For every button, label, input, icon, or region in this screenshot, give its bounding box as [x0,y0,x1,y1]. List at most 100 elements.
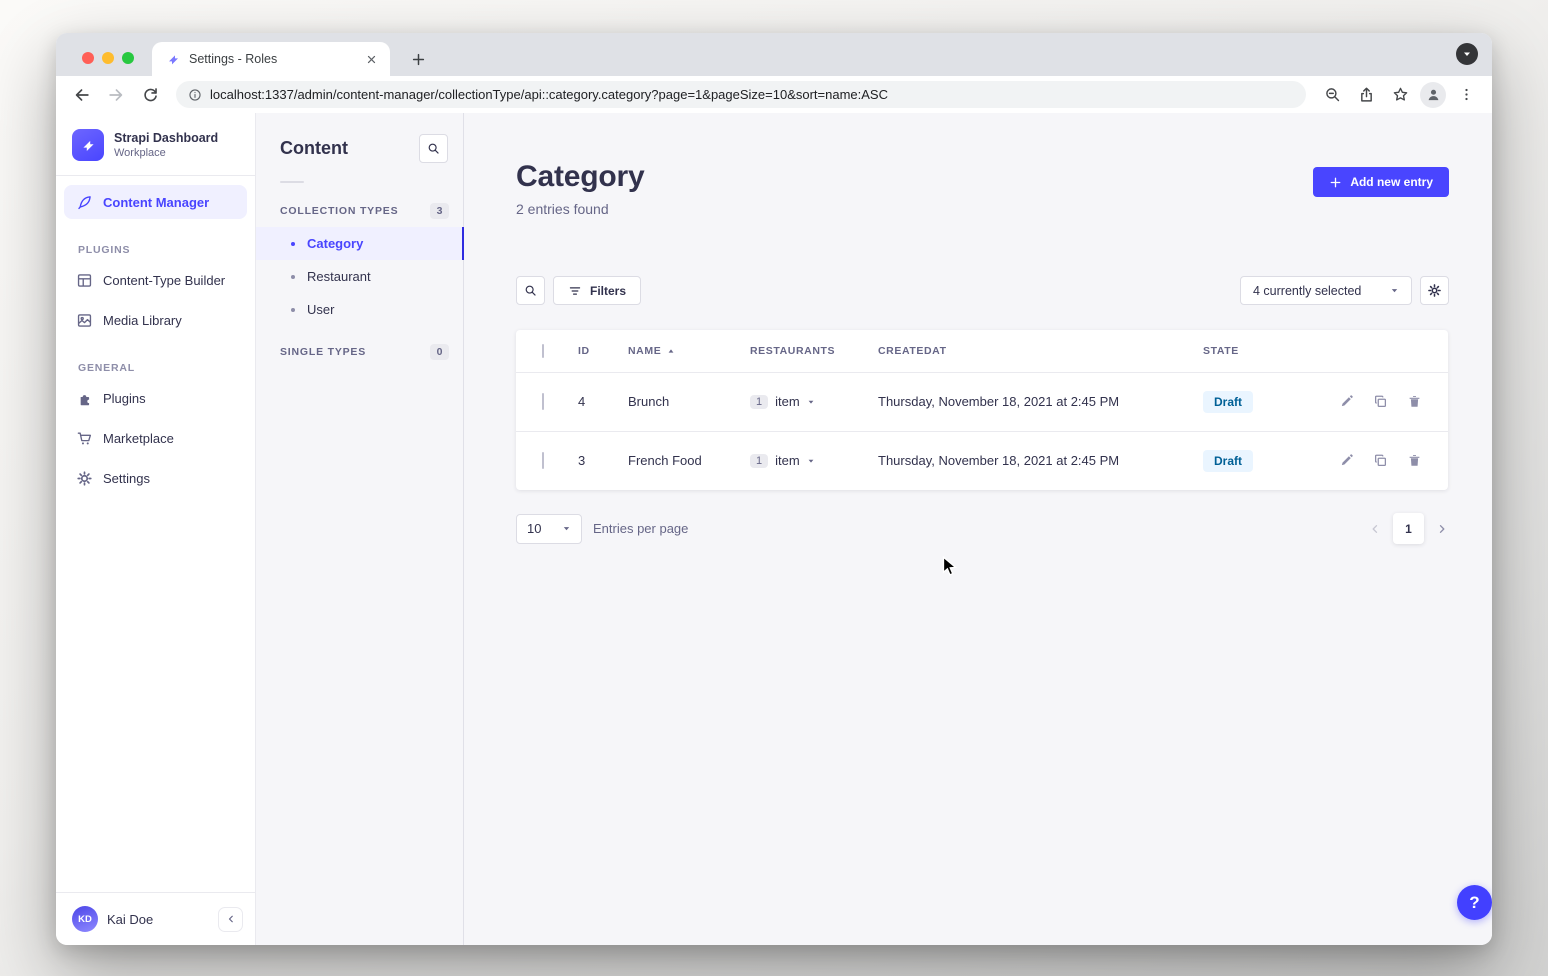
previous-page-icon[interactable] [1369,523,1381,535]
entries-count: 2 entries found [516,201,644,217]
single-types-label: SINGLE TYPES [280,346,366,358]
status-badge: Draft [1203,450,1253,472]
column-header-state[interactable]: STATE [1191,330,1307,372]
row-checkbox[interactable] [542,452,544,469]
duplicate-icon[interactable] [1373,394,1388,409]
filters-button[interactable]: Filters [553,276,641,305]
relation-count-badge: 1 [750,454,768,468]
reload-icon[interactable] [136,81,164,109]
table-header-row: ID NAME RESTAURANTS CREATEDAT [516,330,1448,372]
forward-icon[interactable] [102,81,130,109]
address-bar[interactable]: localhost:1337/admin/content-manager/col… [176,81,1306,108]
user-name: Kai Doe [107,912,153,927]
chevron-down-icon [1390,286,1399,295]
zoom-window-icon[interactable] [122,52,134,64]
tab-close-icon[interactable] [362,50,380,68]
table-search-button[interactable] [516,276,545,305]
strapi-logo [72,129,104,161]
subnav-item-category[interactable]: Category [256,227,463,260]
sidebar-item-marketplace[interactable]: Marketplace [64,421,247,455]
main-sidebar: Strapi Dashboard Workplace Content Manag… [56,113,256,945]
share-icon[interactable] [1352,81,1380,109]
delete-icon[interactable] [1407,453,1422,468]
table-row[interactable]: 4 Brunch 1 item [516,372,1448,431]
profile-icon[interactable] [1420,82,1446,108]
cell-createdat: Thursday, November 18, 2021 at 2:45 PM [866,431,1191,490]
filter-icon [568,284,582,298]
delete-icon[interactable] [1407,394,1422,409]
media-library-icon [76,312,93,329]
workspace-switcher[interactable]: Strapi Dashboard Workplace [56,113,255,175]
relation-count-badge: 1 [750,395,768,409]
table-row[interactable]: 3 French Food 1 item [516,431,1448,490]
relation-cell[interactable]: 1 item [750,453,866,468]
sidebar-item-label: Content-Type Builder [103,273,225,288]
column-header-restaurants[interactable]: RESTAURANTS [738,330,866,372]
minimize-window-icon[interactable] [102,52,114,64]
user-avatar[interactable]: KD [72,906,98,932]
subnav-item-restaurant[interactable]: Restaurant [256,260,463,293]
tab-search-icon[interactable] [1456,43,1478,65]
collection-types-label: COLLECTION TYPES [280,205,398,217]
tab-strip: Settings - Roles [56,33,1492,76]
single-types-count: 0 [430,344,449,360]
chevron-down-icon[interactable] [807,398,815,406]
cell-name: French Food [616,431,738,490]
column-header-id[interactable]: ID [566,330,616,372]
chevron-down-icon [562,524,571,533]
site-info-icon[interactable] [188,88,202,102]
collapse-sidebar-button[interactable] [218,907,243,932]
cell-id: 4 [566,372,616,431]
browser-toolbar: localhost:1337/admin/content-manager/col… [56,76,1492,113]
column-header-name[interactable]: NAME [616,330,738,372]
column-header-createdat[interactable]: CREATEDAT [866,330,1191,372]
sidebar-item-media-library[interactable]: Media Library [64,303,247,337]
sort-asc-icon [667,347,675,355]
close-window-icon[interactable] [82,52,94,64]
subnav-item-user[interactable]: User [256,293,463,326]
bookmark-star-icon[interactable] [1386,81,1414,109]
content-type-builder-icon [76,272,93,289]
row-checkbox[interactable] [542,393,544,410]
fields-select[interactable]: 4 currently selected [1240,276,1412,305]
settings-gear-icon [76,470,93,487]
url-text: localhost:1337/admin/content-manager/col… [210,87,888,102]
browser-tab[interactable]: Settings - Roles [152,42,390,76]
subnav-search-button[interactable] [419,134,448,163]
entries-per-page-label: Entries per page [593,521,688,536]
cell-createdat: Thursday, November 18, 2021 at 2:45 PM [866,372,1191,431]
help-button[interactable]: ? [1457,885,1492,920]
relation-cell[interactable]: 1 item [750,394,866,409]
relation-label: item [775,394,800,409]
edit-icon[interactable] [1339,394,1354,409]
page-size-select[interactable]: 10 [516,514,582,544]
subnav-item-label: User [307,302,334,317]
tab-title: Settings - Roles [189,52,354,66]
add-new-entry-label: Add new entry [1350,175,1433,189]
add-new-entry-button[interactable]: Add new entry [1313,167,1449,197]
back-icon[interactable] [68,81,96,109]
table-settings-button[interactable] [1420,276,1449,305]
new-tab-icon[interactable] [404,45,432,73]
sidebar-item-content-manager[interactable]: Content Manager [64,185,247,219]
sidebar-item-label: Settings [103,471,150,486]
bullet-icon [291,275,295,279]
general-section-label: GENERAL [78,362,255,374]
duplicate-icon[interactable] [1373,453,1388,468]
sidebar-item-content-type-builder[interactable]: Content-Type Builder [64,263,247,297]
sidebar-item-label: Content Manager [103,195,209,210]
chevron-down-icon[interactable] [807,457,815,465]
subnav-item-label: Restaurant [307,269,371,284]
select-all-checkbox[interactable] [542,344,544,358]
next-page-icon[interactable] [1436,523,1448,535]
workspace-name: Workplace [114,147,218,159]
sidebar-item-settings[interactable]: Settings [64,461,247,495]
current-page-button[interactable]: 1 [1393,513,1424,544]
bullet-icon [291,242,295,246]
browser-menu-icon[interactable] [1452,81,1480,109]
zoom-out-icon[interactable] [1318,81,1346,109]
sidebar-item-plugins[interactable]: Plugins [64,381,247,415]
page-size-value: 10 [527,521,541,536]
filters-label: Filters [590,284,626,298]
edit-icon[interactable] [1339,453,1354,468]
